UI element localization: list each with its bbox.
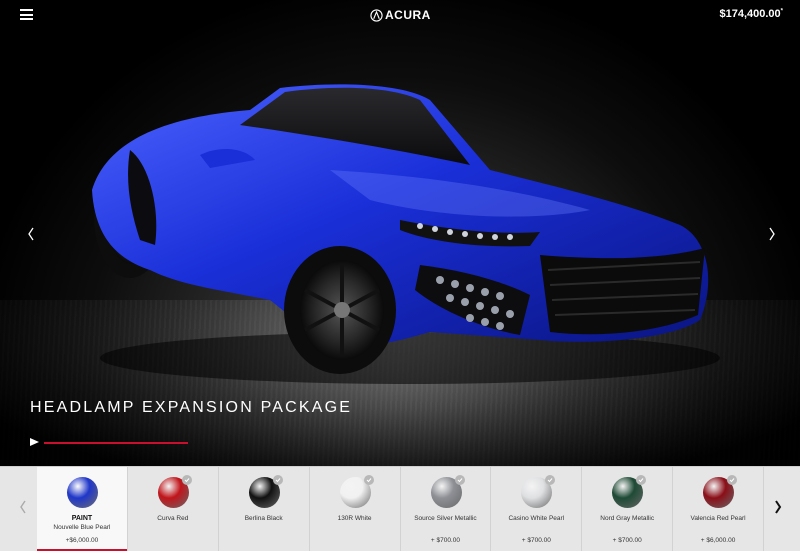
checkmark-icon	[272, 475, 283, 485]
swatch-price: + $700.00	[612, 537, 642, 544]
swatch-category: PAINT	[71, 515, 93, 522]
swatch-price: +$6,000.00	[65, 537, 99, 544]
paint-swatch[interactable]: PAINT Nouvelle Blue Pearl +$6,000.00	[37, 467, 128, 551]
swatch-price: + $6,000.00	[700, 537, 736, 544]
swatch-name: Berlina Black	[244, 515, 283, 522]
swatch-name: Nouvelle Blue Pearl	[53, 524, 111, 531]
paint-color-swatch	[67, 477, 98, 508]
paint-swatch[interactable]: Casino White Pearl + $700.00	[491, 467, 583, 551]
checkmark-icon	[545, 475, 556, 485]
checkmark-icon	[636, 475, 647, 485]
vehicle-stage	[0, 0, 800, 466]
price-footnote-mark: *	[780, 8, 783, 15]
checkmark-icon	[727, 475, 738, 485]
total-price[interactable]: $174,400.00*	[719, 8, 783, 20]
swatch-name: Curva Red	[157, 515, 189, 522]
swatch-name: Valencia Red Pearl	[690, 515, 746, 522]
brand-name: ACURA	[385, 8, 431, 22]
checkmark-icon	[454, 475, 465, 485]
paint-swatch[interactable]: Source Silver Metallic + $700.00	[401, 467, 492, 551]
video-progress	[30, 437, 188, 447]
swatch-name: Source Silver Metallic	[414, 515, 477, 522]
paint-swatch[interactable]: Berlina Black	[219, 467, 310, 551]
paint-swatch[interactable]: Curva Red	[128, 467, 219, 551]
package-title: HEADLAMP EXPANSION PACKAGE	[30, 399, 353, 416]
next-view-arrow-icon[interactable]	[766, 226, 778, 242]
paint-swatch-bar: PAINT Nouvelle Blue Pearl +$6,000.00 Curva …	[0, 466, 800, 551]
acura-logo-icon	[370, 8, 383, 22]
paint-swatch[interactable]: Nord Gray Metallic + $700.00	[582, 467, 674, 551]
total-price-value: $174,400.00	[719, 8, 781, 20]
swatch-name: Casino White Pearl	[508, 515, 565, 522]
previous-view-arrow-icon[interactable]	[25, 226, 37, 242]
hamburger-menu-icon[interactable]	[20, 9, 33, 20]
car-image	[92, 84, 720, 384]
brand-logo[interactable]: ACURA	[370, 7, 431, 23]
play-icon[interactable]	[30, 438, 39, 446]
swatch-prev-arrow-icon[interactable]	[18, 499, 28, 515]
paint-swatch[interactable]: Valencia Red Pearl + $6,000.00	[673, 467, 764, 551]
swatch-name: 130R White	[337, 515, 372, 522]
top-bar: ACURA $174,400.00*	[0, 0, 800, 30]
swatch-name: Nord Gray Metallic	[600, 515, 655, 522]
swatch-next-arrow-icon[interactable]	[773, 499, 783, 515]
swatch-price: + $700.00	[430, 537, 460, 544]
checkmark-icon	[363, 475, 374, 485]
paint-swatch[interactable]: 130R White	[310, 467, 401, 551]
swatch-price: + $700.00	[521, 537, 551, 544]
checkmark-icon	[181, 475, 192, 485]
progress-bar[interactable]	[44, 442, 188, 444]
swatch-list: PAINT Nouvelle Blue Pearl +$6,000.00 Curva …	[37, 467, 764, 551]
